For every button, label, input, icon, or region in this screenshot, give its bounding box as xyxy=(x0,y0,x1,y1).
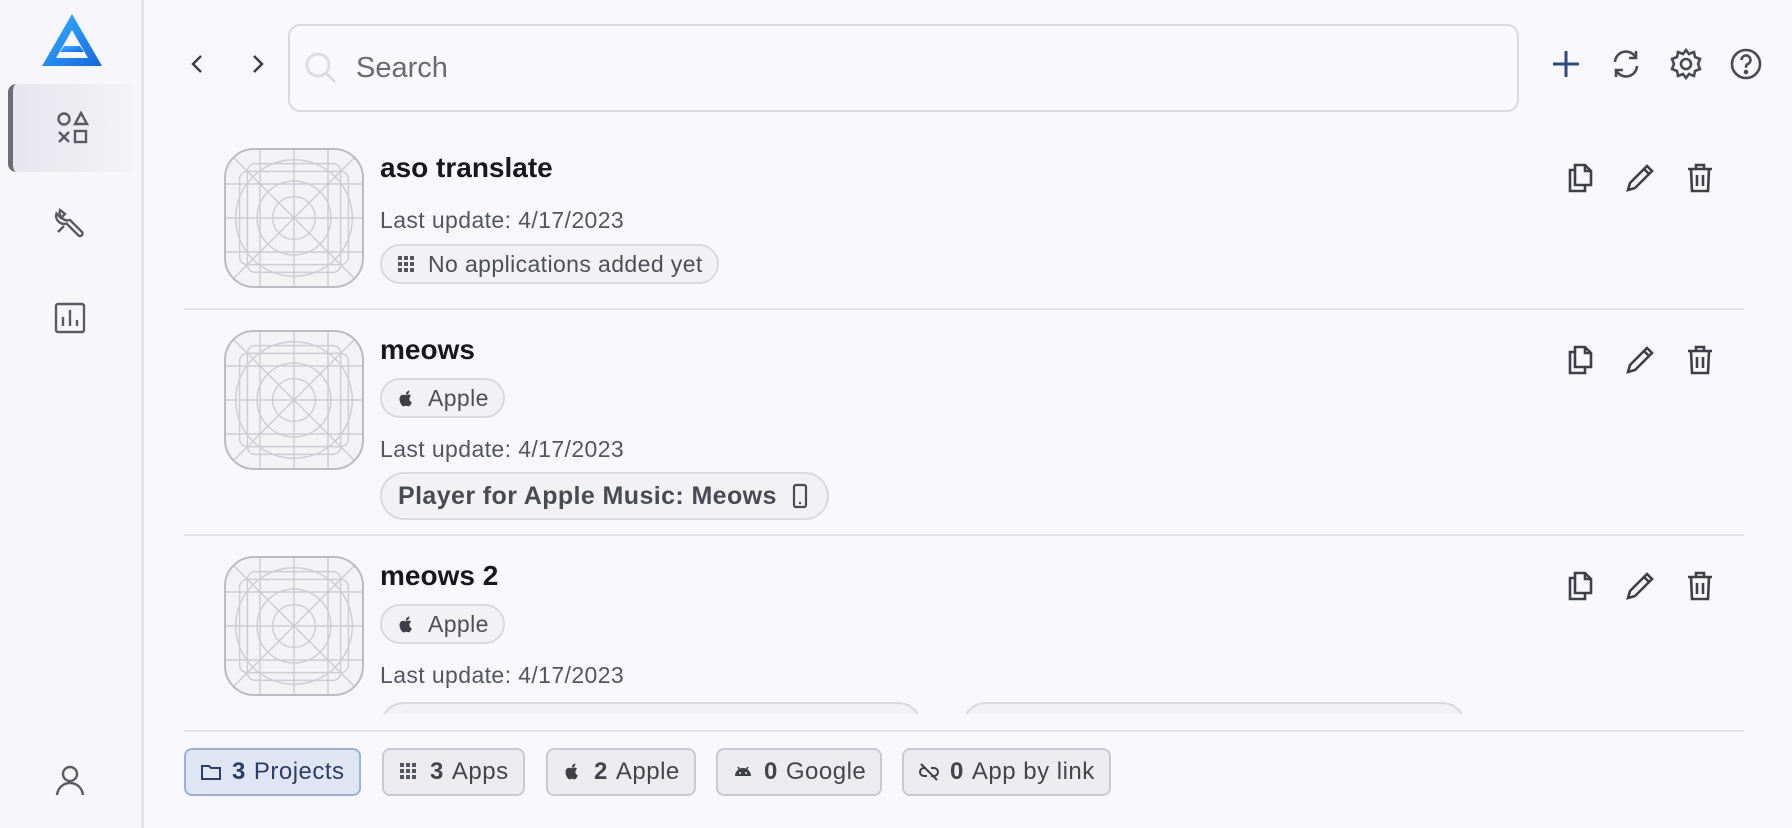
app-chip[interactable] xyxy=(380,702,922,714)
user-icon xyxy=(55,765,85,796)
project-name[interactable]: aso translate xyxy=(380,152,553,184)
refresh-icon xyxy=(1613,50,1639,78)
delete-button[interactable] xyxy=(1680,340,1720,380)
google-label: Google xyxy=(785,758,867,785)
copy-button[interactable] xyxy=(1560,566,1600,606)
platform-chip: Apple xyxy=(380,604,505,644)
apple-count: 2 xyxy=(594,758,608,785)
filter-apple[interactable]: 2 Apple xyxy=(546,748,696,796)
trash-icon xyxy=(1688,163,1712,193)
sidebar-item-account[interactable] xyxy=(8,736,132,824)
phone-icon xyxy=(789,483,811,509)
platform-label: Apple xyxy=(428,384,489,411)
edit-icon xyxy=(1626,572,1654,600)
last-update: Last update: 4/17/2023 xyxy=(380,207,625,233)
apps-chip: No applications added yet xyxy=(380,244,719,284)
folder-icon xyxy=(200,761,222,783)
apple-icon xyxy=(396,614,416,634)
sidebar-item-apps[interactable] xyxy=(8,84,132,172)
search-input[interactable] xyxy=(356,51,1456,85)
sidebar-item-analytics[interactable] xyxy=(8,274,132,362)
add-button[interactable] xyxy=(1546,44,1586,84)
row-divider xyxy=(184,534,1744,536)
help-button[interactable] xyxy=(1726,44,1766,84)
edit-button[interactable] xyxy=(1620,566,1660,606)
app-chip[interactable] xyxy=(962,702,1466,714)
edit-icon xyxy=(1626,346,1654,374)
app-chip-label: Player for Apple Music: Meows xyxy=(398,481,777,510)
platform-chip: Apple xyxy=(380,378,505,418)
google-count: 0 xyxy=(764,758,778,785)
link-off-icon xyxy=(918,761,940,783)
copy-button[interactable] xyxy=(1560,340,1600,380)
app-icon-placeholder xyxy=(224,556,364,696)
refresh-button[interactable] xyxy=(1606,44,1646,84)
forward-button[interactable] xyxy=(241,44,273,84)
tools-icon xyxy=(54,207,84,238)
copy-icon xyxy=(1568,163,1593,193)
sidebar xyxy=(0,0,144,828)
gear-icon xyxy=(1670,47,1702,81)
trash-icon xyxy=(1688,571,1712,601)
project-name[interactable]: meows 2 xyxy=(380,560,498,592)
edit-button[interactable] xyxy=(1620,158,1660,198)
copy-icon xyxy=(1568,571,1593,601)
footer-divider xyxy=(184,730,1744,732)
apps-count: 3 xyxy=(430,758,444,785)
edit-icon xyxy=(1626,164,1654,192)
by-link-label: App by link xyxy=(971,758,1095,785)
filter-apps[interactable]: 3 Apps xyxy=(382,748,525,796)
app-icon-placeholder xyxy=(224,148,364,288)
filter-projects[interactable]: 3 Projects xyxy=(184,748,361,796)
platform-label: Apple xyxy=(428,610,489,637)
edit-button[interactable] xyxy=(1620,340,1660,380)
app-logo[interactable] xyxy=(40,12,104,68)
apple-icon xyxy=(562,761,584,783)
search-bar xyxy=(288,24,1519,112)
android-icon xyxy=(732,761,754,783)
projects-count: 3 xyxy=(232,758,246,785)
by-link-count: 0 xyxy=(950,758,964,785)
help-icon xyxy=(1730,48,1762,80)
back-button[interactable] xyxy=(182,44,214,84)
row-divider xyxy=(184,308,1744,310)
settings-button[interactable] xyxy=(1666,44,1706,84)
apple-label: Apple xyxy=(615,758,680,785)
projects-label: Projects xyxy=(253,758,345,785)
apple-icon xyxy=(396,388,416,408)
trash-icon xyxy=(1688,345,1712,375)
chart-icon xyxy=(54,302,86,334)
search-icon xyxy=(305,52,337,84)
copy-button[interactable] xyxy=(1560,158,1600,198)
delete-button[interactable] xyxy=(1680,158,1720,198)
last-update: Last update: 4/17/2023 xyxy=(380,436,625,462)
apps-icon xyxy=(56,110,89,144)
apps-label: Apps xyxy=(451,758,509,785)
apps-chip-label: No applications added yet xyxy=(428,250,703,277)
filter-app-by-link[interactable]: 0 App by link xyxy=(902,748,1111,796)
project-name[interactable]: meows xyxy=(380,334,475,366)
filter-google[interactable]: 0 Google xyxy=(716,748,883,796)
grid-icon xyxy=(398,761,420,783)
chevron-left-icon xyxy=(191,55,202,73)
plus-icon xyxy=(1553,51,1579,77)
last-update: Last update: 4/17/2023 xyxy=(380,662,625,688)
app-icon-placeholder xyxy=(224,330,364,470)
sidebar-item-tools[interactable] xyxy=(8,178,132,266)
grid-icon xyxy=(396,254,416,274)
app-chip[interactable]: Player for Apple Music: Meows xyxy=(380,472,829,520)
copy-icon xyxy=(1568,345,1593,375)
delete-button[interactable] xyxy=(1680,566,1720,606)
project-list: aso translate Last update: 4/17/2023 No … xyxy=(184,130,1744,714)
chevron-right-icon xyxy=(253,55,264,73)
